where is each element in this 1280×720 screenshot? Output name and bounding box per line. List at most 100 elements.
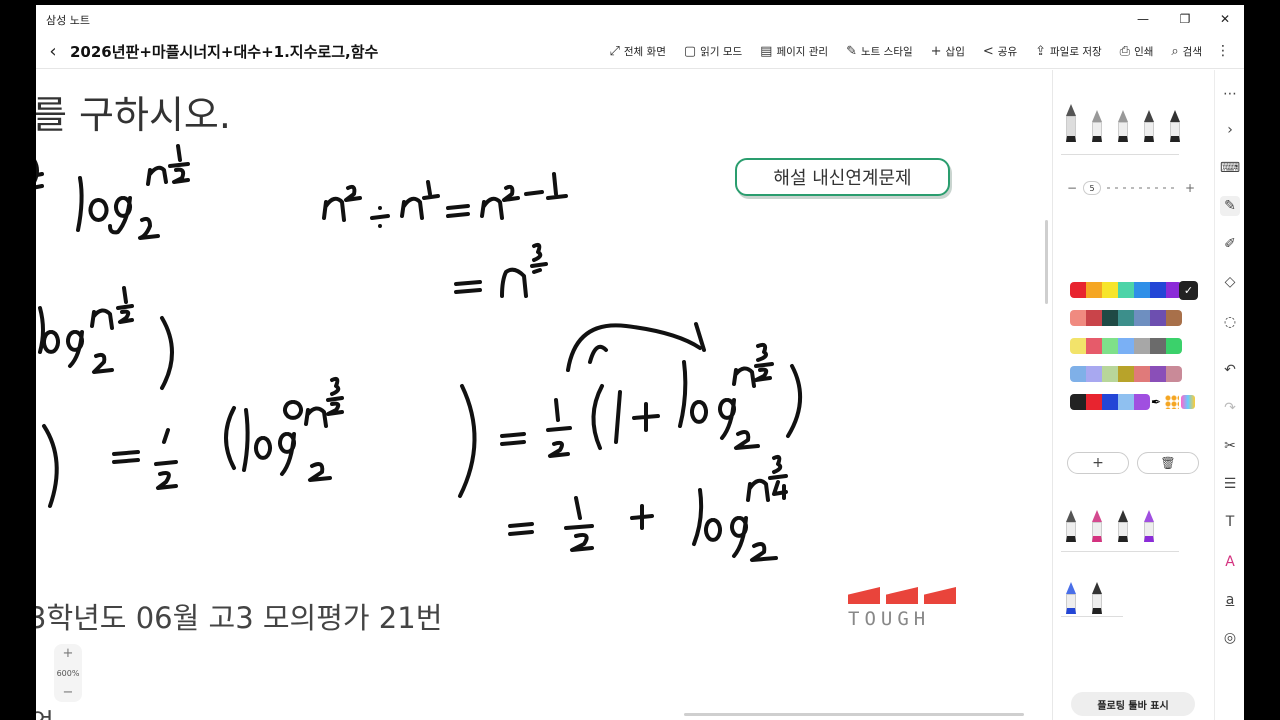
pen-type-row bbox=[1065, 104, 1181, 142]
size-increase-button[interactable]: + bbox=[1185, 181, 1195, 195]
color-swatch[interactable] bbox=[1102, 394, 1118, 410]
pen-tool-icon[interactable]: ✎ bbox=[1220, 196, 1240, 216]
favorite-blue-pen-icon[interactable] bbox=[1065, 582, 1077, 614]
zoom-control: + 600% − bbox=[54, 644, 82, 702]
color-spectrum-icon[interactable] bbox=[1181, 395, 1195, 409]
more-options-icon[interactable]: ⋮ bbox=[1216, 43, 1230, 59]
back-arrow-icon[interactable]: ‹ bbox=[44, 41, 62, 62]
size-track[interactable] bbox=[1107, 187, 1179, 189]
brush-pen-icon[interactable] bbox=[1143, 110, 1155, 142]
color-swatch[interactable] bbox=[1166, 310, 1182, 326]
color-swatch[interactable] bbox=[1086, 310, 1102, 326]
ballpoint-pen-icon[interactable] bbox=[1117, 110, 1129, 142]
vertical-scrollbar[interactable] bbox=[1045, 220, 1048, 304]
window-title-bar: 삼성 노트 — ❐ ✕ bbox=[36, 5, 1244, 33]
keyboard-icon[interactable]: ⌨ bbox=[1220, 158, 1240, 178]
color-swatch[interactable] bbox=[1118, 394, 1134, 410]
favorite-black-pen-icon[interactable] bbox=[1117, 510, 1129, 542]
page-management-button[interactable]: ▤ 페이지 관리 bbox=[760, 44, 828, 59]
handwriting-to-text-icon[interactable]: A bbox=[1220, 552, 1240, 572]
print-label: 인쇄 bbox=[1134, 45, 1154, 58]
color-swatch[interactable] bbox=[1134, 310, 1150, 326]
color-swatch[interactable] bbox=[1134, 338, 1150, 354]
note-canvas[interactable]: 를 구하시오. 해설 내신연계문제 TOUGH 3학년도 06월 고3 모의평가… bbox=[36, 70, 1052, 720]
maximize-button[interactable]: ❐ bbox=[1170, 9, 1200, 29]
color-swatch[interactable] bbox=[1134, 366, 1150, 382]
redo-icon[interactable]: ↷ bbox=[1220, 398, 1240, 418]
shape-tool-icon[interactable]: ✂ bbox=[1220, 436, 1240, 456]
color-swatch[interactable] bbox=[1086, 338, 1102, 354]
favorite-fountain-pen-icon[interactable] bbox=[1065, 510, 1077, 542]
size-decrease-button[interactable]: − bbox=[1067, 181, 1077, 195]
share-button[interactable]: < 공유 bbox=[983, 44, 1017, 59]
text-align-icon[interactable]: ☰ bbox=[1220, 474, 1240, 494]
color-swatch[interactable] bbox=[1102, 366, 1118, 382]
divider bbox=[1061, 154, 1179, 155]
text-style-icon[interactable]: a bbox=[1220, 590, 1240, 610]
eraser-icon[interactable]: ◇ bbox=[1220, 272, 1240, 292]
color-swatch[interactable] bbox=[1150, 282, 1166, 298]
fullscreen-button[interactable]: ⤢ 전체 화면 bbox=[609, 44, 665, 59]
insert-button[interactable]: + 삽입 bbox=[931, 44, 965, 59]
close-window-button[interactable]: ✕ bbox=[1210, 9, 1240, 29]
save-as-file-label: 파일로 저장 bbox=[1050, 45, 1102, 58]
color-swatch[interactable] bbox=[1150, 338, 1166, 354]
color-swatch[interactable] bbox=[1166, 366, 1182, 382]
collapse-panel-icon[interactable]: › bbox=[1220, 120, 1240, 140]
minimize-button[interactable]: — bbox=[1128, 9, 1158, 29]
color-swatch[interactable] bbox=[1102, 338, 1118, 354]
color-swatch[interactable] bbox=[1150, 310, 1166, 326]
color-swatch[interactable] bbox=[1134, 282, 1150, 298]
undo-icon[interactable]: ↶ bbox=[1220, 360, 1240, 380]
show-floating-toolbar-button[interactable]: 플로팅 툴바 표시 bbox=[1071, 692, 1195, 716]
delete-favorite-pen-button[interactable]: 🗑 bbox=[1137, 452, 1199, 474]
shapes-icon[interactable]: ◎ bbox=[1220, 628, 1240, 648]
color-swatch[interactable] bbox=[1086, 394, 1102, 410]
selected-color-check-icon[interactable]: ✓ bbox=[1179, 281, 1198, 300]
color-swatch[interactable] bbox=[1070, 338, 1086, 354]
calligraphy-pen-icon[interactable] bbox=[1169, 110, 1181, 142]
pen-icon[interactable] bbox=[1091, 110, 1103, 142]
color-swatch[interactable] bbox=[1070, 282, 1086, 298]
favorite-dark-pen-icon[interactable] bbox=[1091, 582, 1103, 614]
reading-mode-button[interactable]: ▢ 읽기 모드 bbox=[684, 44, 742, 59]
more-tools-icon[interactable]: ⋯ bbox=[1220, 84, 1240, 104]
fountain-pen-icon[interactable] bbox=[1065, 104, 1077, 142]
color-swatch[interactable] bbox=[1070, 394, 1086, 410]
zoom-in-button[interactable]: + bbox=[63, 647, 74, 660]
size-value[interactable]: 5 bbox=[1083, 181, 1102, 195]
lasso-icon[interactable]: ◌ bbox=[1220, 312, 1240, 332]
pen-size-slider[interactable]: − 5 + bbox=[1067, 180, 1195, 196]
color-swatch[interactable] bbox=[1150, 366, 1166, 382]
insert-label: 삽입 bbox=[945, 45, 965, 58]
note-style-button[interactable]: ✎ 노트 스타일 bbox=[846, 44, 913, 59]
color-picker-icon[interactable] bbox=[1165, 395, 1179, 409]
color-swatch[interactable] bbox=[1134, 394, 1150, 410]
highlighter-icon[interactable]: ✐ bbox=[1220, 234, 1240, 254]
search-button[interactable]: ⌕ 검색 bbox=[1171, 44, 1202, 59]
color-swatch[interactable] bbox=[1118, 366, 1134, 382]
color-swatch[interactable] bbox=[1070, 310, 1086, 326]
eyedropper-icon[interactable]: ✒ bbox=[1151, 395, 1165, 409]
color-swatch[interactable] bbox=[1166, 338, 1182, 354]
color-swatch[interactable] bbox=[1118, 338, 1134, 354]
share-label: 공유 bbox=[997, 45, 1018, 58]
color-swatch[interactable] bbox=[1118, 310, 1134, 326]
favorite-purple-pen-icon[interactable] bbox=[1143, 510, 1155, 542]
zoom-out-button[interactable]: − bbox=[63, 686, 74, 699]
color-swatch[interactable] bbox=[1118, 282, 1134, 298]
print-button[interactable]: ⎙ 인쇄 bbox=[1120, 44, 1154, 59]
color-swatch[interactable] bbox=[1086, 366, 1102, 382]
printer-icon: ⎙ bbox=[1119, 43, 1131, 59]
save-as-file-button[interactable]: ⇪ 파일로 저장 bbox=[1035, 44, 1102, 59]
color-swatch[interactable] bbox=[1102, 282, 1118, 298]
pages-icon: ▤ bbox=[760, 43, 773, 59]
color-swatch[interactable] bbox=[1070, 366, 1086, 382]
horizontal-scrollbar[interactable] bbox=[684, 713, 1024, 716]
add-favorite-pen-button[interactable]: + bbox=[1067, 452, 1129, 474]
color-swatch[interactable] bbox=[1086, 282, 1102, 298]
book-icon: ▢ bbox=[683, 43, 697, 59]
favorite-pink-pen-icon[interactable] bbox=[1091, 510, 1103, 542]
text-tool-icon[interactable]: T bbox=[1220, 512, 1240, 532]
color-swatch[interactable] bbox=[1102, 310, 1118, 326]
